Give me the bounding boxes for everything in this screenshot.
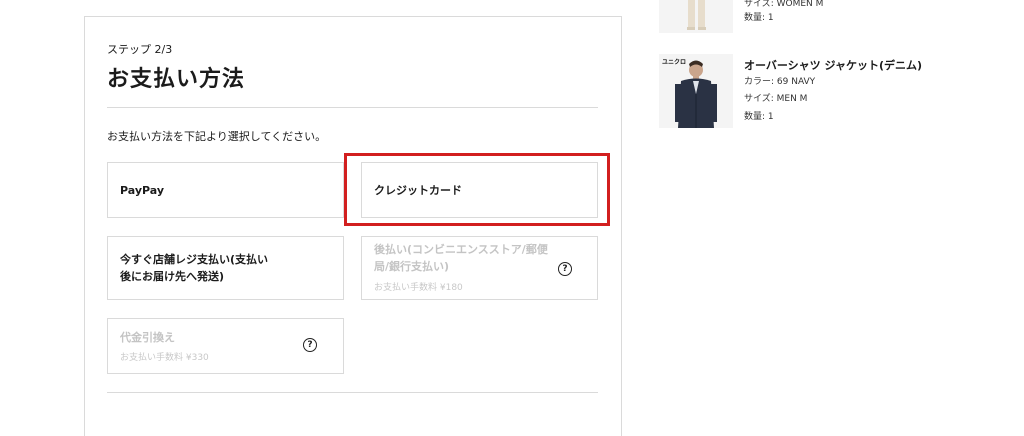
instruction-text: お支払い方法を下記より選択してください。 <box>107 130 327 143</box>
cart-item-size-partial: サイズ: WOMEN M <box>744 0 824 9</box>
product-size: サイズ: MEN M <box>744 94 808 104</box>
payment-option-paypay[interactable]: PayPay <box>107 162 344 218</box>
payment-option-label-line1: 今すぐ店舗レジ支払い(支払い <box>120 253 269 266</box>
product-color: カラー: 69 NAVY <box>744 77 816 87</box>
divider <box>107 392 598 393</box>
cart-item-quantity: 数量: 1 <box>744 13 774 23</box>
payment-option-label: PayPay <box>120 184 165 197</box>
brand-tag: ユニクロ <box>662 59 687 66</box>
payment-option-label-line2: 後にお届け先へ発送) <box>120 270 225 283</box>
payment-option-credit-card[interactable]: クレジットカード <box>361 162 598 218</box>
cart-item-quantity: 数量: 1 <box>744 112 774 122</box>
question-circle-icon[interactable]: ? <box>558 262 572 276</box>
divider <box>107 107 598 108</box>
product-name[interactable]: オーバーシャツ ジャケット(デニム) <box>744 57 922 73</box>
question-circle-icon[interactable]: ? <box>303 338 317 352</box>
payment-option-label-line2: 局/銀行支払い) <box>374 260 450 273</box>
step-indicator: ステップ 2/3 <box>107 43 173 56</box>
payment-option-label: クレジットカード <box>374 184 462 197</box>
product-image <box>659 0 733 33</box>
fee-text: お支払い手数料 ¥330 <box>120 353 209 363</box>
product-photo-woman <box>659 0 733 33</box>
page-title: お支払い方法 <box>107 67 246 92</box>
payment-option-label: 代金引換え <box>120 331 175 344</box>
payment-option-label-line1: 後払い(コンビニエンスストア/郵便 <box>374 243 548 256</box>
payment-option-deferred: 後払い(コンビニエンスストア/郵便 局/銀行支払い) お支払い手数料 ¥180 … <box>361 236 598 300</box>
payment-option-store-register[interactable]: 今すぐ店舗レジ支払い(支払い 後にお届け先へ発送) <box>107 236 344 300</box>
payment-option-cash-on-delivery: 代金引換え お支払い手数料 ¥330 ? <box>107 318 344 374</box>
fee-text: お支払い手数料 ¥180 <box>374 283 463 293</box>
product-image[interactable]: ユニクロ <box>659 54 733 128</box>
